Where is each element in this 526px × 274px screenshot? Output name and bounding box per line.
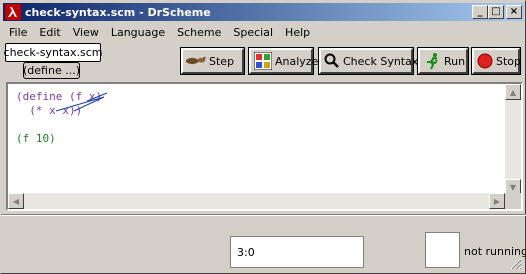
running-status-text: not running — [464, 245, 526, 258]
code-line-3: (f 10) — [16, 132, 56, 145]
stop-sign-icon — [477, 52, 493, 70]
horizontal-scrollbar[interactable]: ◀ ▶ — [8, 193, 505, 209]
running-indicator — [425, 232, 460, 268]
run-label: Run — [444, 54, 466, 68]
drscheme-window: check-syntax.scm - DrScheme _ □ × File E… — [0, 0, 526, 274]
definitions-editor[interactable]: (define (f x) (* x x)) (f 10) ▲ ▼ ◀ ▶ — [6, 82, 523, 211]
cursor-position-field: 3:0 — [230, 236, 364, 268]
minimize-button[interactable]: _ — [472, 5, 488, 19]
scrollbar-corner — [505, 193, 521, 209]
scroll-right-arrow-icon[interactable]: ▶ — [489, 193, 505, 209]
magnifier-icon — [324, 52, 340, 70]
binding-arrows — [55, 92, 108, 112]
menu-bar: File Edit View Language Scheme Special H… — [3, 23, 316, 41]
minimize-icon: _ — [477, 6, 483, 17]
maximize-icon: □ — [491, 6, 501, 17]
menu-help[interactable]: Help — [279, 26, 316, 39]
vertical-scrollbar[interactable]: ▲ ▼ — [505, 84, 521, 195]
step-label: Step — [209, 54, 235, 68]
stop-button[interactable]: Stop — [471, 47, 522, 75]
define-popup-menu[interactable]: (define ...) — [23, 62, 80, 79]
close-icon: × — [509, 6, 519, 17]
analyze-grid-icon — [254, 52, 272, 70]
resize-grip-icon[interactable] — [510, 258, 522, 270]
title-bar[interactable]: check-syntax.scm - DrScheme _ □ × — [3, 3, 524, 21]
menu-file[interactable]: File — [3, 26, 33, 39]
window-title: check-syntax.scm - DrScheme — [25, 5, 211, 19]
menu-special[interactable]: Special — [227, 26, 279, 39]
analyze-label: Analyze — [275, 54, 319, 68]
running-man-icon — [423, 52, 441, 70]
pane-divider[interactable] — [1, 214, 526, 216]
menu-edit[interactable]: Edit — [33, 26, 66, 39]
maximize-button[interactable]: □ — [488, 5, 504, 19]
run-button[interactable]: Run — [417, 47, 469, 75]
analyze-button[interactable]: Analyze — [248, 47, 318, 75]
arrow-x-to-x-1 — [55, 96, 105, 112]
step-button[interactable]: Step — [180, 47, 245, 75]
footprints-icon — [186, 52, 206, 70]
menu-view[interactable]: View — [67, 26, 105, 39]
menu-language[interactable]: Language — [105, 26, 171, 39]
check-syntax-button[interactable]: Check Syntax — [318, 47, 418, 75]
menu-scheme[interactable]: Scheme — [171, 26, 227, 39]
close-button[interactable]: × — [506, 5, 522, 19]
file-name-button[interactable]: check-syntax.scm — [4, 43, 102, 62]
scroll-up-arrow-icon[interactable]: ▲ — [505, 84, 521, 100]
drscheme-lambda-icon — [5, 4, 21, 20]
check-syntax-label: Check Syntax — [343, 54, 419, 68]
stop-label: Stop — [496, 54, 522, 68]
scroll-left-arrow-icon[interactable]: ◀ — [8, 193, 24, 209]
